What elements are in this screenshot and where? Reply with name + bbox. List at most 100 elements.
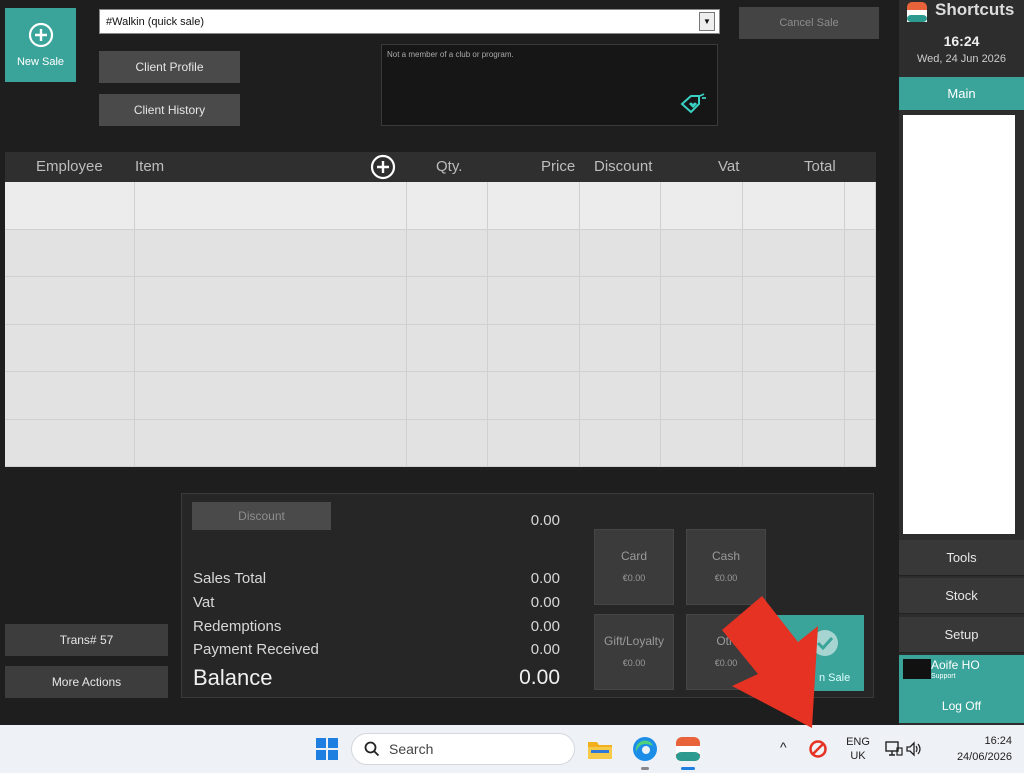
membership-note: Not a member of a club or program. [387, 50, 514, 59]
table-cell[interactable] [488, 182, 580, 230]
language-indicator[interactable]: ENG UK [840, 735, 876, 763]
table-cell[interactable] [580, 324, 661, 372]
sales-total-label: Sales Total [193, 570, 267, 587]
redemptions-value: 0.00 [530, 618, 560, 635]
app-logo-icon [907, 2, 927, 22]
table-cell[interactable] [743, 419, 845, 467]
stock-button[interactable]: Stock [899, 578, 1024, 614]
shortcuts-header: Shortcuts [899, 0, 1024, 24]
table-cell[interactable] [845, 277, 876, 325]
client-history-button[interactable]: Client History [99, 94, 240, 126]
no-entry-icon[interactable] [809, 740, 827, 758]
card-button[interactable]: Card €0.00 [594, 529, 674, 605]
shortcuts-list[interactable] [903, 115, 1015, 534]
table-cell[interactable] [845, 372, 876, 420]
table-cell[interactable] [661, 277, 743, 325]
table-cell[interactable] [488, 277, 580, 325]
table-cell[interactable] [580, 182, 661, 230]
table-cell[interactable] [407, 229, 488, 277]
table-cell[interactable] [845, 229, 876, 277]
table-cell[interactable] [661, 229, 743, 277]
speaker-icon[interactable] [905, 741, 923, 757]
table-cell[interactable] [661, 419, 743, 467]
clock-date: 24/06/2026 [956, 751, 1012, 763]
trans-button[interactable]: Trans# 57 [5, 624, 168, 656]
table-cell[interactable] [135, 182, 407, 230]
sales-total-value: 0.00 [530, 570, 560, 587]
table-cell[interactable] [661, 372, 743, 420]
table-cell[interactable] [580, 277, 661, 325]
search-placeholder: Search [389, 741, 434, 757]
col-price: Price [541, 158, 576, 175]
table-cell[interactable] [845, 182, 876, 230]
file-explorer-icon[interactable] [587, 738, 613, 760]
table-cell[interactable] [5, 324, 135, 372]
taskbar-search[interactable]: Search [351, 733, 575, 765]
new-sale-button[interactable]: New Sale [5, 8, 76, 82]
table-cell[interactable] [743, 229, 845, 277]
vat-value: 0.00 [530, 594, 560, 611]
table-cell[interactable] [135, 372, 407, 420]
gift-loyalty-button[interactable]: Gift/Loyalty €0.00 [594, 614, 674, 690]
table-cell[interactable] [135, 229, 407, 277]
chevron-down-icon[interactable]: ▼ [699, 12, 715, 31]
table-cell[interactable] [488, 229, 580, 277]
main-tab[interactable]: Main [899, 77, 1024, 110]
table-cell[interactable] [5, 182, 135, 230]
log-off-label: Log Off [941, 699, 982, 713]
table-cell[interactable] [743, 182, 845, 230]
col-employee: Employee [36, 158, 103, 175]
table-cell[interactable] [743, 277, 845, 325]
table-cell[interactable] [407, 419, 488, 467]
table-cell[interactable] [5, 229, 135, 277]
table-cell[interactable] [661, 324, 743, 372]
table-cell[interactable] [845, 419, 876, 467]
table-cell[interactable] [407, 182, 488, 230]
clock-time: 16:24 [984, 735, 1012, 747]
client-profile-button[interactable]: Client Profile [99, 51, 240, 83]
discount-button[interactable]: Discount [192, 502, 331, 530]
client-select[interactable]: #Walkin (quick sale) ▼ [99, 9, 720, 34]
table-cell[interactable] [135, 324, 407, 372]
table-cell[interactable] [135, 277, 407, 325]
avatar [903, 659, 931, 679]
pos-app-taskbar-icon[interactable] [675, 736, 701, 762]
table-cell[interactable] [743, 324, 845, 372]
tag-heart-icon[interactable] [679, 93, 707, 117]
taskbar-clock[interactable]: 16:24 24/06/2026 [940, 733, 1012, 765]
table-cell[interactable] [580, 229, 661, 277]
col-qty: Qty. [436, 158, 463, 175]
main-tab-label: Main [947, 86, 976, 101]
shortcuts-title: Shortcuts [935, 0, 1015, 19]
cash-label: Cash [711, 549, 740, 563]
table-cell[interactable] [580, 419, 661, 467]
tools-button[interactable]: Tools [899, 540, 1024, 576]
table-cell[interactable] [5, 277, 135, 325]
table-cell[interactable] [488, 324, 580, 372]
setup-button[interactable]: Setup [899, 617, 1024, 653]
table-cell[interactable] [661, 182, 743, 230]
table-cell[interactable] [407, 277, 488, 325]
table-cell[interactable] [5, 419, 135, 467]
sale-items-table[interactable] [5, 182, 876, 467]
taskbar-active-indicator [641, 767, 649, 770]
cancel-sale-button[interactable]: Cancel Sale [739, 7, 879, 39]
log-off-button[interactable]: Log Off [899, 691, 1024, 721]
chevron-up-icon[interactable]: ^ [780, 739, 787, 755]
user-panel: Aoife HO Support Log Off [899, 655, 1024, 723]
table-cell[interactable] [407, 372, 488, 420]
table-cell[interactable] [580, 372, 661, 420]
add-item-icon[interactable] [370, 154, 396, 180]
more-actions-button[interactable]: More Actions [5, 666, 168, 698]
table-cell[interactable] [407, 324, 488, 372]
table-cell[interactable] [743, 372, 845, 420]
sidebar-time: 16:24 [943, 33, 980, 49]
table-cell[interactable] [845, 324, 876, 372]
windows-start-icon[interactable] [316, 738, 338, 760]
table-cell[interactable] [5, 372, 135, 420]
network-icon[interactable] [885, 741, 903, 757]
edge-browser-icon[interactable] [632, 736, 658, 762]
table-cell[interactable] [488, 372, 580, 420]
table-cell[interactable] [488, 419, 580, 467]
table-cell[interactable] [135, 419, 407, 467]
